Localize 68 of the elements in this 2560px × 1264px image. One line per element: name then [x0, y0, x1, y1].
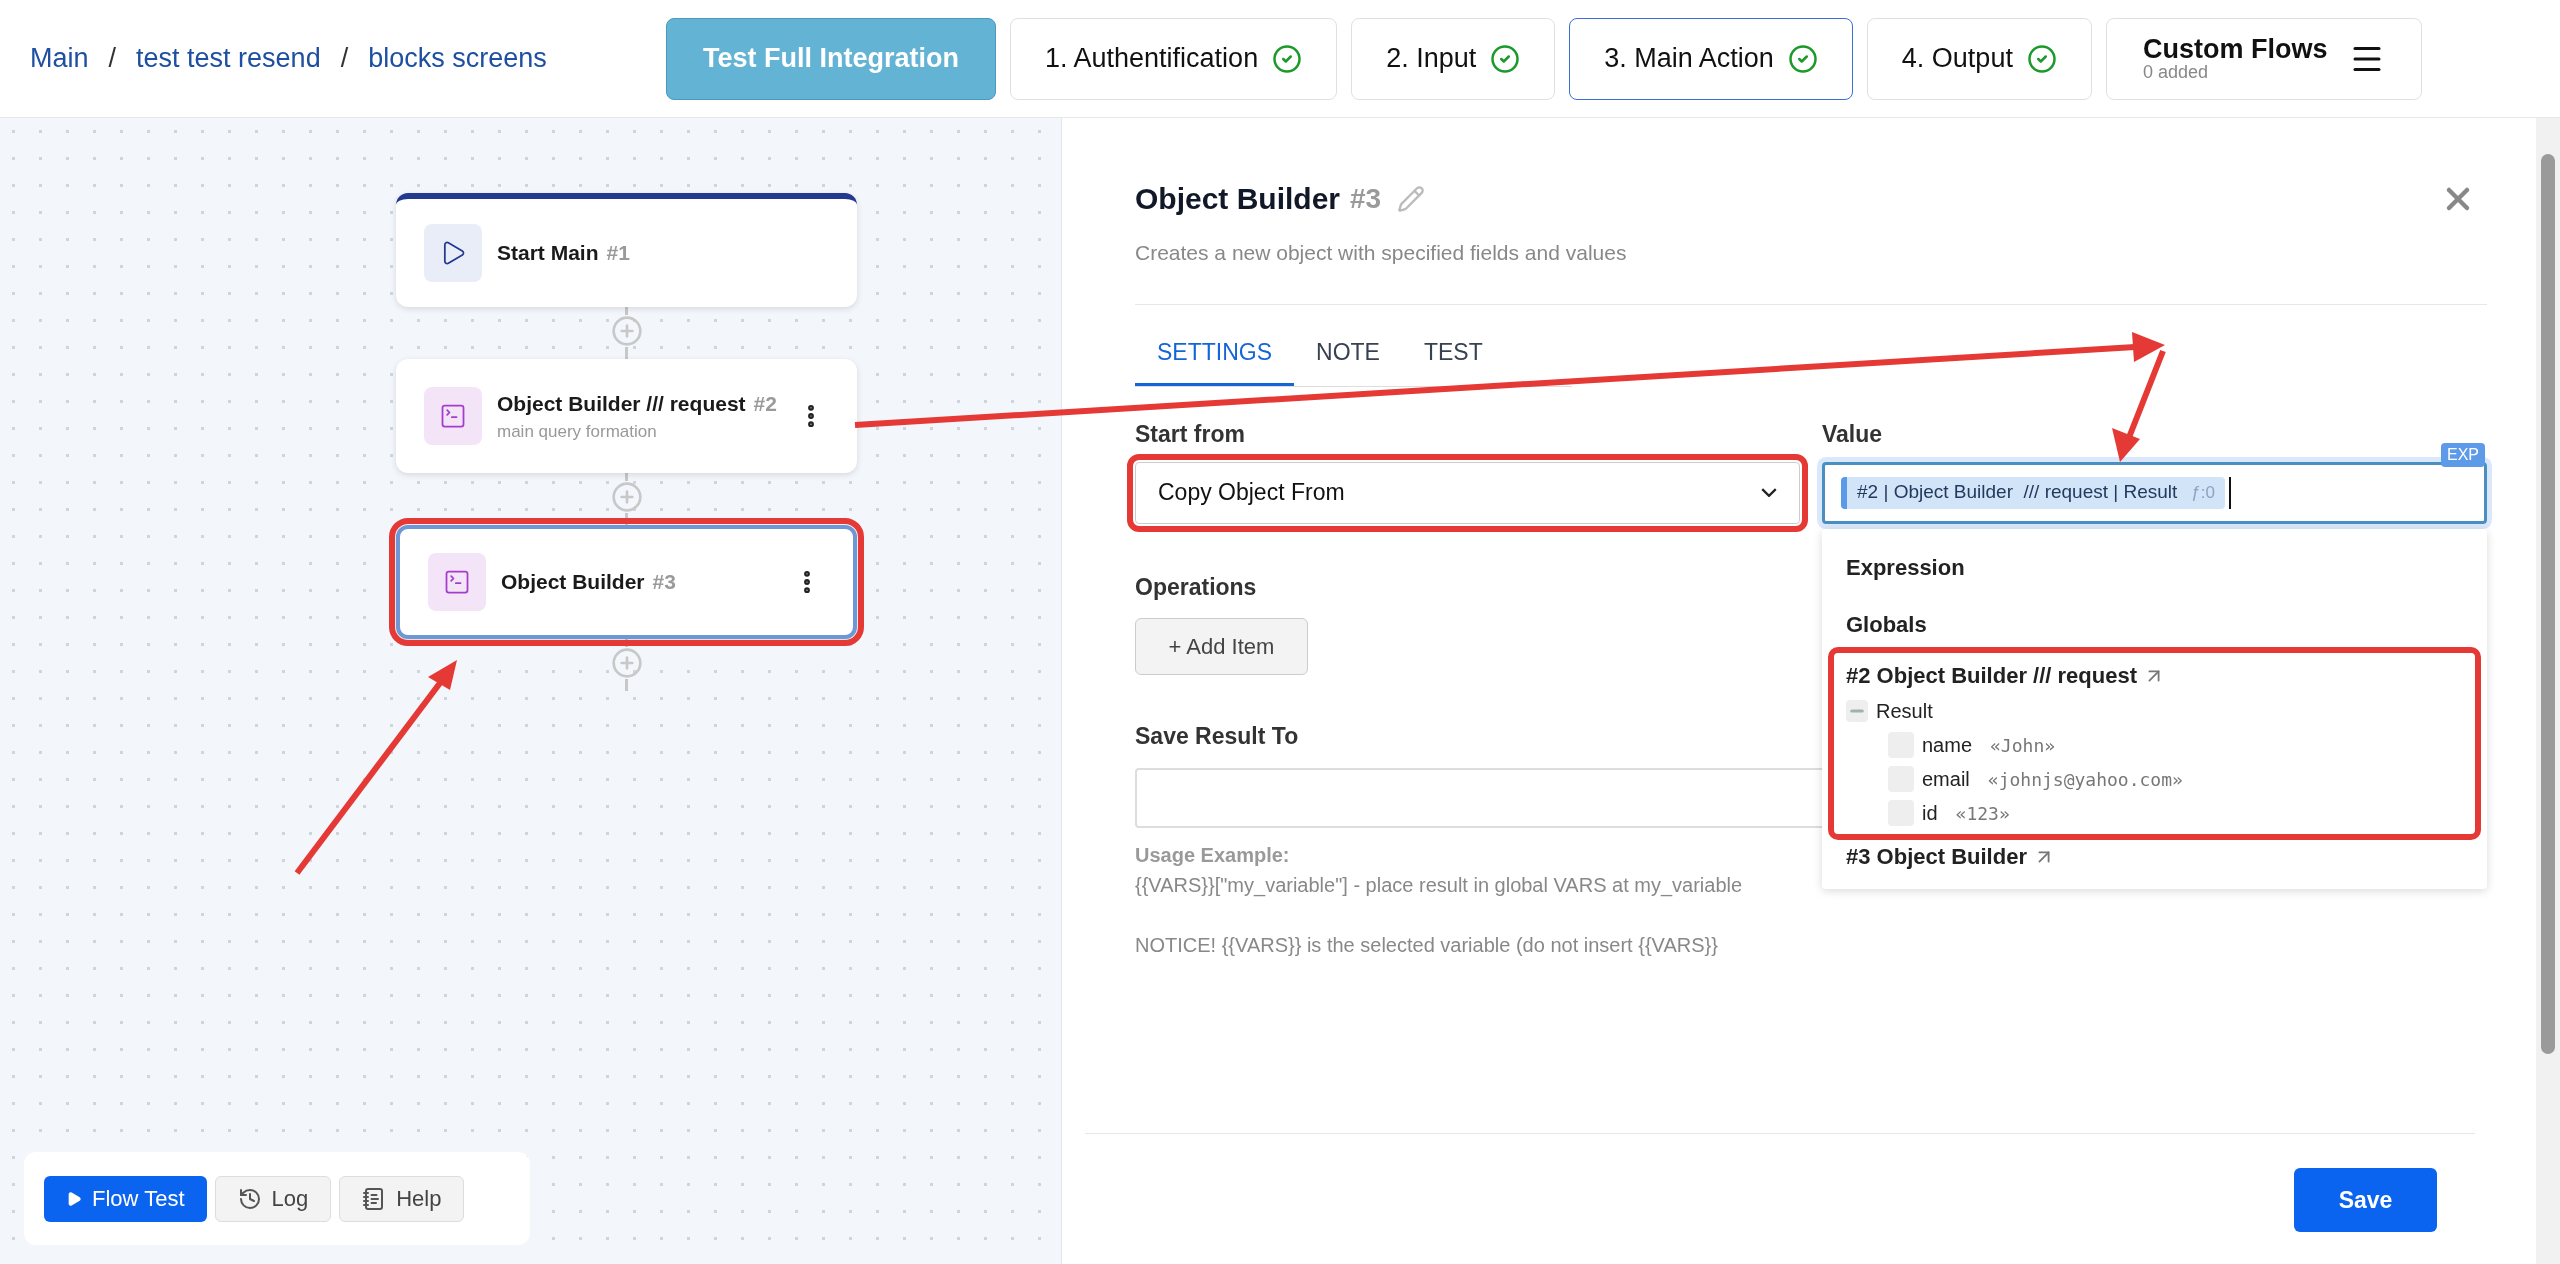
tree-item-value: «John»	[1990, 733, 2056, 758]
node-subtitle: main query formation	[497, 421, 658, 443]
clock-icon	[237, 1186, 262, 1211]
tree-item[interactable]: Result	[1876, 696, 1933, 726]
usage-title: Usage Example:	[1135, 842, 1290, 868]
node-number: #2	[753, 390, 777, 417]
tree-item[interactable]: id	[1922, 798, 1938, 828]
suggestion-block-title[interactable]: #3 Object Builder	[1846, 840, 2027, 873]
toolbar-button[interactable]: Log	[214, 1175, 332, 1222]
tree-item[interactable]: name	[1922, 730, 1973, 760]
add-step-icon[interactable]	[610, 315, 643, 347]
tree-item-value: «johnjs@yahoo.com»	[1987, 767, 2183, 792]
usage-text: {{VARS}}["my_variable"] - place result in global VARS at my_variable	[1135, 872, 1743, 899]
add-item-button[interactable]: + Add Item	[1135, 618, 1308, 675]
custom-flows-label: Custom Flows	[2142, 36, 2328, 63]
panel-title: Object Builder	[1135, 181, 1341, 217]
notice-text: NOTICE! {{VARS}} is the selected variable (do not insert {{VARS}}	[1135, 932, 1718, 958]
edit-icon[interactable]	[1397, 184, 1426, 213]
save-button[interactable]: Save	[2294, 1168, 2437, 1232]
field-label: Save Result To	[1135, 722, 1299, 751]
step-tab[interactable]: 2. Input	[1351, 17, 1556, 100]
field-label: Operations	[1135, 572, 1257, 602]
node-title: Object Builder	[501, 569, 645, 596]
suggestion-heading[interactable]: Expression	[1846, 539, 2463, 596]
tree-item[interactable]: email	[1922, 764, 1970, 794]
panel-description: Creates a new object with specified fields and values	[1135, 240, 1628, 266]
terminal-icon	[439, 402, 467, 430]
custom-flows-count: 0 added	[2142, 63, 2208, 81]
token-suffix: ƒ:0	[2191, 481, 2215, 504]
flow-node[interactable]: Object Builder /// request #2 main query formation	[396, 359, 857, 473]
check-circle-icon	[1490, 43, 1521, 74]
step-tab[interactable]: 1. Authentification	[1010, 17, 1338, 100]
expression-badge: EXP	[2441, 443, 2485, 467]
collapse-icon[interactable]	[1846, 700, 1868, 722]
panel-number: #3	[1350, 181, 1382, 216]
breadcrumb-link[interactable]: Main	[30, 38, 89, 79]
panel-tab[interactable]: NOTE	[1294, 334, 1402, 386]
field-label: Start from	[1135, 420, 1245, 449]
breadcrumb-separator: /	[108, 42, 117, 76]
flow-node[interactable]: Start Main #1	[396, 193, 857, 307]
node-title: Object Builder /// request	[497, 390, 746, 417]
field-label: Value	[1822, 420, 1883, 449]
suggestion-block-title[interactable]: #2 Object Builder /// request	[1846, 659, 2137, 692]
panel-tab[interactable]: TEST	[1401, 334, 1505, 386]
node-number: #3	[652, 569, 676, 596]
terminal-icon	[443, 568, 471, 596]
step-tab[interactable]: 3. Main Action	[1569, 17, 1853, 100]
check-circle-icon	[1272, 43, 1303, 74]
toolbar-button[interactable]: Flow Test	[44, 1175, 207, 1222]
check-circle-icon	[2026, 43, 2057, 74]
expression-token[interactable]: #2 | Object Builder /// request | Result ƒ:0	[1841, 476, 2225, 509]
panel-tab[interactable]: SETTINGS	[1135, 334, 1294, 386]
add-step-icon[interactable]	[610, 647, 643, 679]
breadcrumb-link[interactable]: blocks screens	[368, 38, 547, 79]
toolbar-button[interactable]: Help	[339, 1175, 465, 1222]
chevron-down-icon	[1761, 488, 1777, 497]
step-tab[interactable]: 4. Output	[1866, 17, 2092, 100]
node-number: #1	[606, 240, 630, 267]
play-icon	[66, 1190, 82, 1207]
add-step-icon[interactable]	[610, 481, 643, 513]
check-circle-icon	[1787, 43, 1818, 74]
node-title: Start Main	[497, 240, 599, 267]
tree-item-value: «123»	[1955, 801, 2010, 826]
scrollbar[interactable]	[2536, 118, 2560, 1264]
breadcrumb-separator: /	[340, 42, 349, 76]
custom-flows-button[interactable]: Custom Flows 0 added	[2105, 17, 2422, 100]
suggestion-heading[interactable]: Globals	[1846, 596, 2463, 653]
breadcrumb-link[interactable]: test test resend	[136, 38, 321, 79]
